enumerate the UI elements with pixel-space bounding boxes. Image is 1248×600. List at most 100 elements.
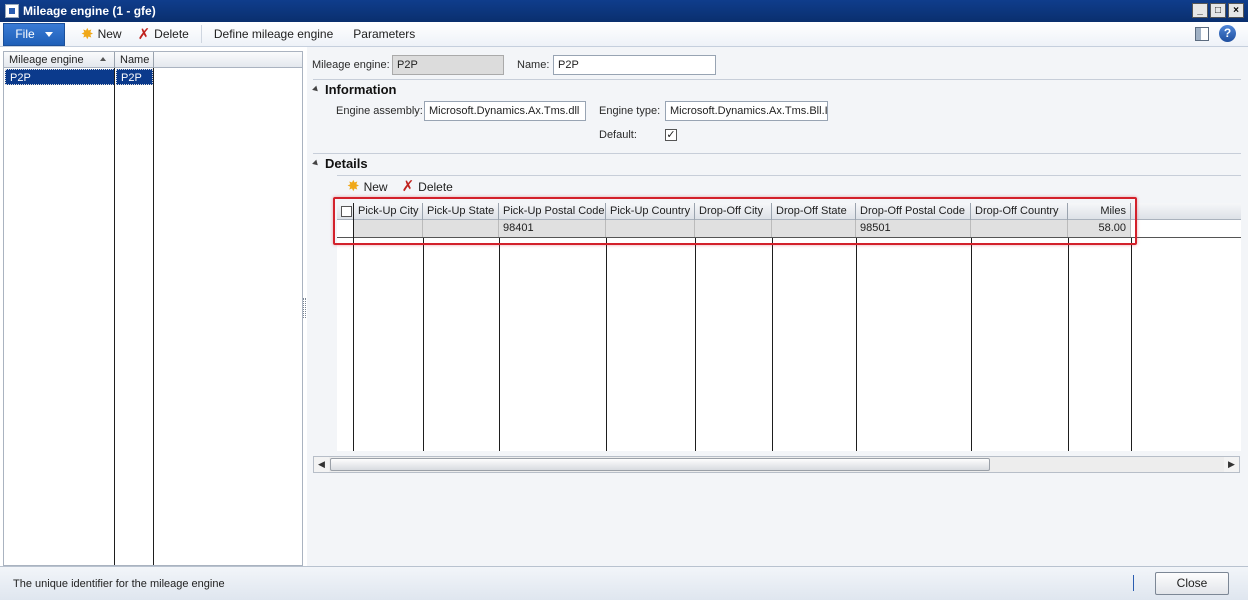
grid-header: Pick-Up City Pick-Up State Pick-Up Posta… — [337, 203, 1241, 220]
details-toolbar: ✸ New ✗ Delete — [347, 179, 453, 194]
new-star-icon: ✸ — [347, 178, 360, 195]
engine-type-label: Engine type: — [599, 105, 661, 117]
select-all-checkbox[interactable] — [341, 206, 352, 217]
list-row[interactable]: P2P P2P — [5, 69, 155, 85]
column-divider — [1068, 238, 1069, 451]
column-header-dropoff-postal-code[interactable]: Drop-Off Postal Code — [856, 203, 971, 220]
file-menu-button[interactable]: File — [3, 22, 65, 46]
information-fasttab[interactable]: Information — [312, 80, 397, 98]
divider — [313, 79, 1241, 80]
mileage-engine-label: Mileage engine: — [312, 59, 390, 71]
status-bar: The unique identifier for the mileage en… — [0, 566, 1248, 600]
details-title: Details — [325, 155, 368, 171]
app-icon — [5, 4, 19, 18]
engine-type-field[interactable]: Microsoft.Dynamics.Ax.Tms.Bll.I — [665, 101, 828, 121]
cell-pickup-postal-code[interactable]: 98401 — [499, 220, 606, 237]
name-field[interactable]: P2P — [553, 55, 716, 75]
list-header: Mileage engine Name — [4, 52, 302, 68]
divider — [313, 153, 1241, 154]
file-label: File — [15, 27, 35, 41]
cell-dropoff-state[interactable] — [772, 220, 856, 237]
minimize-button[interactable]: _ — [1192, 3, 1208, 18]
collapse-icon — [312, 85, 320, 93]
column-header-pickup-city[interactable]: Pick-Up City — [354, 203, 423, 220]
cell-dropoff-city[interactable] — [695, 220, 772, 237]
column-header-name[interactable]: Name — [115, 52, 154, 68]
delete-x-icon: ✗ — [137, 25, 151, 43]
default-checkbox[interactable]: ✓ — [665, 129, 677, 141]
table-row[interactable]: 98401 98501 58.00 — [337, 220, 1241, 238]
column-header-pickup-state[interactable]: Pick-Up State — [423, 203, 499, 220]
new-label: New — [97, 27, 122, 41]
layout-icon[interactable] — [1195, 26, 1209, 41]
column-divider — [606, 238, 607, 451]
status-message: The unique identifier for the mileage en… — [13, 578, 225, 590]
column-header-mileage-engine[interactable]: Mileage engine — [4, 52, 115, 68]
details-new-label: New — [363, 179, 388, 194]
column-header-pickup-country[interactable]: Pick-Up Country — [606, 203, 695, 220]
column-header-miles[interactable]: Miles — [1068, 203, 1131, 220]
pane-splitter[interactable] — [303, 298, 306, 318]
help-icon[interactable]: ? — [1219, 25, 1236, 42]
engine-assembly-label: Engine assembly: — [336, 105, 423, 117]
list-cell-name[interactable]: P2P — [116, 69, 153, 85]
default-label: Default: — [599, 129, 637, 141]
scroll-right-icon[interactable]: ▶ — [1224, 457, 1239, 472]
column-header-dropoff-country[interactable]: Drop-Off Country — [971, 203, 1068, 220]
details-delete-label: Delete — [418, 179, 453, 194]
details-new-button[interactable]: ✸ New — [347, 179, 388, 194]
toolbar-right-icons: ? — [1195, 25, 1236, 42]
define-mileage-engine-button[interactable]: Define mileage engine — [206, 23, 341, 46]
chevron-down-icon — [44, 31, 53, 37]
cell-pickup-country[interactable] — [606, 220, 695, 237]
column-header-dropoff-state[interactable]: Drop-Off State — [772, 203, 856, 220]
maximize-button[interactable]: □ — [1210, 3, 1226, 18]
cell-pickup-city[interactable] — [354, 220, 423, 237]
new-button[interactable]: ✸ New — [73, 23, 130, 46]
column-divider — [772, 238, 773, 451]
close-window-button[interactable]: × — [1228, 3, 1244, 18]
cell-dropoff-postal-code[interactable]: 98501 — [856, 220, 971, 237]
engine-assembly-field[interactable]: Microsoft.Dynamics.Ax.Tms.dll — [424, 101, 586, 121]
detail-form: Mileage engine: P2P Name: P2P Informatio… — [307, 47, 1248, 566]
name-label: Name: — [517, 59, 550, 71]
horizontal-scrollbar[interactable]: ◀ ▶ — [313, 456, 1240, 473]
column-divider — [114, 68, 115, 565]
column-divider — [153, 68, 154, 565]
column-header-label: Name — [120, 54, 150, 66]
title-bar: Mileage engine (1 - gfe) _ □ × — [0, 0, 1248, 22]
status-divider — [1133, 575, 1134, 591]
new-star-icon: ✸ — [81, 25, 94, 43]
column-header-label: Mileage engine — [9, 54, 84, 66]
column-divider — [971, 238, 972, 451]
information-title: Information — [325, 81, 397, 97]
column-divider — [695, 238, 696, 451]
delete-x-icon: ✗ — [401, 178, 415, 195]
collapse-icon — [312, 159, 320, 167]
scroll-left-icon[interactable]: ◀ — [314, 457, 329, 472]
column-divider — [1131, 238, 1132, 451]
window-title: Mileage engine (1 - gfe) — [23, 4, 156, 18]
details-delete-button[interactable]: ✗ Delete — [402, 179, 453, 194]
engine-list-grid: Mileage engine Name P2P P2P — [3, 51, 303, 566]
close-button[interactable]: Close — [1155, 572, 1229, 595]
delete-label: Delete — [154, 27, 189, 41]
mileage-engine-field[interactable]: P2P — [392, 55, 504, 75]
parameters-button[interactable]: Parameters — [345, 23, 423, 46]
column-divider — [499, 238, 500, 451]
details-grid: Pick-Up City Pick-Up State Pick-Up Posta… — [337, 203, 1241, 451]
cell-pickup-state[interactable] — [423, 220, 499, 237]
column-header-dropoff-city[interactable]: Drop-Off City — [695, 203, 772, 220]
column-divider — [423, 238, 424, 451]
action-pane: File ✸ New ✗ Delete Define mileage engin… — [0, 22, 1248, 47]
cell-miles[interactable]: 58.00 — [1068, 220, 1131, 237]
details-fasttab[interactable]: Details — [312, 154, 368, 172]
delete-button[interactable]: ✗ Delete — [130, 23, 197, 46]
cell-dropoff-country[interactable] — [971, 220, 1068, 237]
window-controls: _ □ × — [1192, 3, 1244, 18]
column-header-pickup-postal-code[interactable]: Pick-Up Postal Code — [499, 203, 606, 220]
divider — [337, 175, 1241, 176]
column-divider — [856, 238, 857, 451]
list-cell-engine[interactable]: P2P — [5, 69, 115, 85]
scroll-thumb[interactable] — [330, 458, 990, 471]
